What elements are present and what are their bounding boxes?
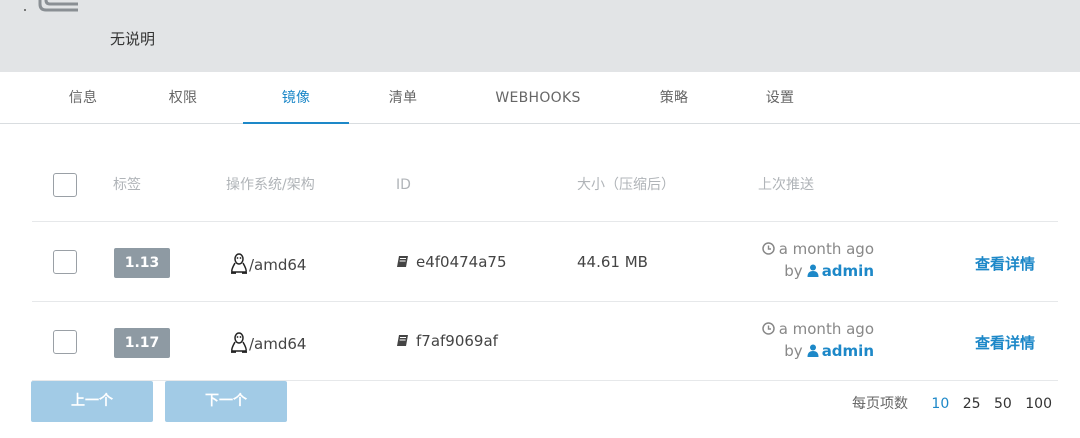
page-size-option-25[interactable]: 25	[963, 396, 981, 412]
table-row: 1.17 /amd64 f7af9069af a month ago by ad…	[32, 302, 1058, 381]
user-icon	[807, 344, 819, 357]
select-all-checkbox[interactable]	[53, 173, 77, 197]
last-push-cell: a month ago by admin	[732, 240, 874, 280]
column-last-push[interactable]: 上次推送	[758, 158, 814, 212]
push-time-text: a month ago	[778, 320, 874, 338]
push-user-link[interactable]: admin	[822, 342, 874, 360]
tag-badge[interactable]: 1.13	[114, 248, 170, 278]
last-push-cell: a month ago by admin	[732, 320, 874, 360]
id-cell: f7af9069af	[396, 332, 498, 350]
book-icon	[397, 256, 408, 267]
column-os-arch[interactable]: 操作系统/架构	[226, 158, 315, 212]
page-size-selector: 每页项数 10 25 50 100	[852, 393, 1052, 413]
view-details-link[interactable]: 查看详情	[975, 253, 1035, 274]
tab-manifest[interactable]: 清单	[376, 72, 430, 124]
view-details-link[interactable]: 查看详情	[975, 332, 1035, 353]
os-arch-cell: /amd64	[229, 253, 306, 275]
repository-description: 无说明	[110, 30, 156, 48]
push-user-link[interactable]: admin	[822, 262, 874, 280]
clock-icon	[761, 242, 775, 255]
os-arch-text: /amd64	[249, 256, 307, 274]
next-page-button[interactable]: 下一个	[165, 381, 287, 422]
tab-policies[interactable]: 策略	[646, 72, 702, 124]
clock-icon	[761, 322, 775, 335]
linux-penguin-icon	[231, 253, 247, 274]
row-checkbox[interactable]	[53, 250, 77, 274]
image-size: 44.61 MB	[577, 253, 648, 271]
tab-info[interactable]: 信息	[52, 72, 114, 124]
book-icon	[397, 335, 408, 346]
column-size[interactable]: 大小（压缩后）	[577, 158, 675, 212]
push-time: a month ago	[732, 240, 874, 258]
tab-settings[interactable]: 设置	[752, 72, 808, 124]
os-arch-cell: /amd64	[229, 332, 306, 354]
page-size-label: 每页项数	[851, 396, 908, 412]
row-checkbox[interactable]	[53, 330, 77, 354]
image-id[interactable]: e4f0474a75	[416, 253, 507, 271]
repository-stack-icon	[38, 0, 78, 12]
page-size-option-10[interactable]: 10	[931, 396, 949, 412]
user-icon	[807, 264, 819, 277]
tab-webhooks[interactable]: WEBHOOKS	[484, 72, 592, 124]
table-row: 1.13 /amd64 e4f0474a75 44.61 MB a month …	[32, 223, 1058, 302]
push-time-text: a month ago	[778, 240, 874, 258]
tab-images[interactable]: 镜像	[243, 72, 349, 124]
by-label: by	[784, 262, 803, 280]
repository-tabs: 信息 权限 镜像 清单 WEBHOOKS 策略 设置	[0, 72, 1080, 124]
image-id[interactable]: f7af9069af	[416, 332, 498, 350]
previous-page-button[interactable]: 上一个	[31, 381, 153, 422]
push-user-line: by admin	[732, 262, 874, 280]
push-user-line: by admin	[732, 342, 874, 360]
table-header: 标签 操作系统/架构 ID 大小（压缩后） 上次推送	[32, 158, 1058, 222]
tag-badge[interactable]: 1.17	[114, 328, 170, 358]
decorative-dot	[24, 9, 26, 11]
repository-header: 无说明	[0, 0, 1080, 72]
linux-penguin-icon	[231, 332, 247, 353]
id-cell: e4f0474a75	[396, 253, 507, 271]
column-tag[interactable]: 标签	[113, 158, 141, 212]
os-arch-text: /amd64	[249, 335, 307, 353]
column-id[interactable]: ID	[396, 158, 411, 212]
by-label: by	[784, 342, 803, 360]
push-time: a month ago	[732, 320, 874, 338]
page-size-option-50[interactable]: 50	[994, 396, 1012, 412]
tab-permissions[interactable]: 权限	[158, 72, 208, 124]
page-size-option-100[interactable]: 100	[1025, 396, 1052, 412]
